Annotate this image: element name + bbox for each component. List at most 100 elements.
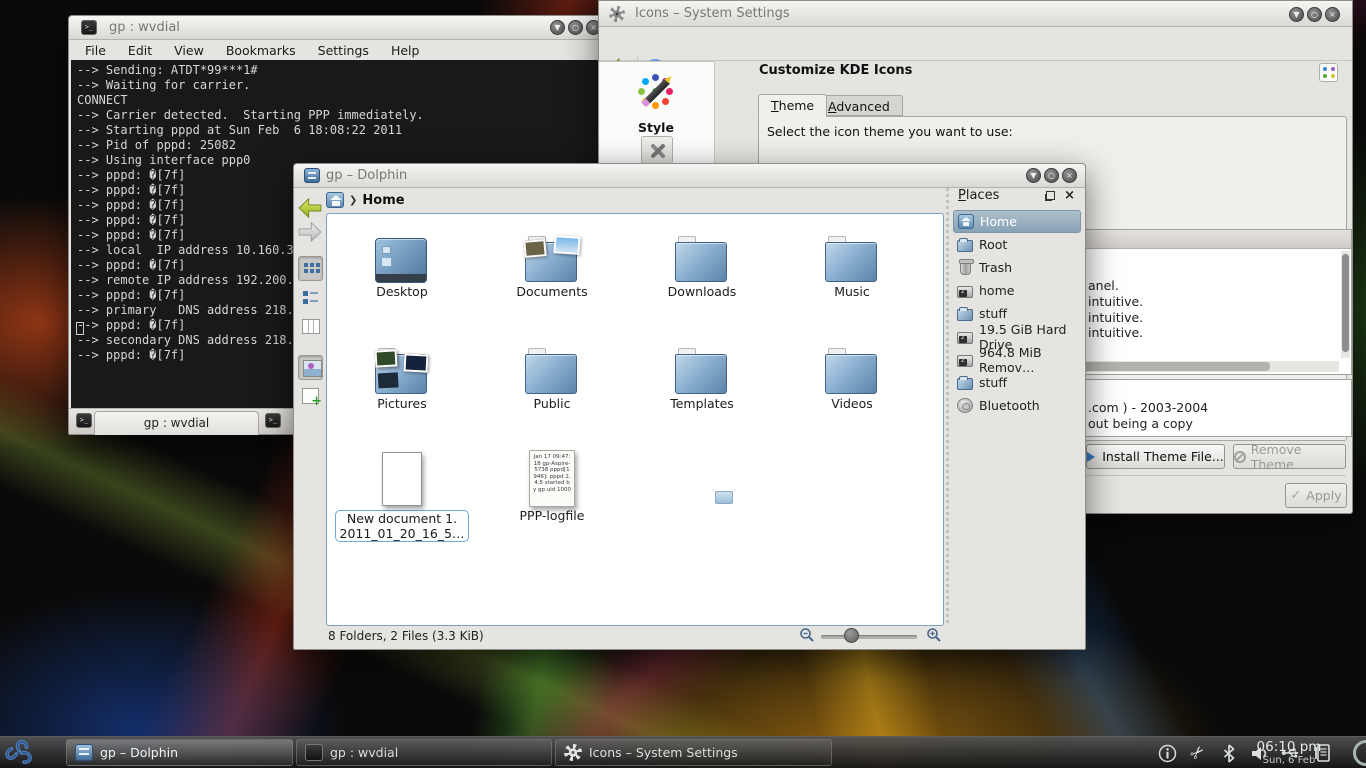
system-settings-title: Icons – System Settings xyxy=(635,6,790,21)
places-item[interactable]: 964.8 MiB Remov… xyxy=(953,348,1081,371)
file-icon xyxy=(524,234,580,284)
file-item[interactable]: Templates xyxy=(627,332,777,444)
theme-description-text: .com ) - 2003-2004out being a copy xyxy=(1088,400,1208,432)
tab-list-icon[interactable]: >_ xyxy=(265,413,281,428)
places-list: Home Root Trash home xyxy=(953,210,1081,417)
preview-icon[interactable] xyxy=(298,355,323,380)
file-item[interactable]: New document 1. 2011_01_20_16_5… xyxy=(327,444,477,556)
places-item[interactable]: Root xyxy=(953,233,1081,256)
file-icon xyxy=(374,346,430,396)
menu-item[interactable]: Help xyxy=(391,43,420,58)
taskbar-task[interactable]: Icons – System Settings xyxy=(555,739,832,766)
file-label: Music xyxy=(834,284,870,299)
place-icon xyxy=(957,355,973,367)
menu-item[interactable]: View xyxy=(174,43,204,58)
task-label: gp : wvdial xyxy=(330,745,398,760)
places-item[interactable]: Home xyxy=(953,210,1081,233)
status-text: 8 Folders, 2 Files (3.3 KiB) xyxy=(328,629,484,643)
home-icon[interactable] xyxy=(326,192,344,208)
system-settings-titlebar[interactable]: Icons – System Settings ▼ ○ × xyxy=(599,1,1352,27)
file-item[interactable]: Music xyxy=(777,220,927,332)
taskbar-task[interactable]: gp : wvdial xyxy=(296,739,552,766)
dolphin-titlebar[interactable]: gp – Dolphin ▼ ○ × xyxy=(294,164,1085,188)
close-panel-icon[interactable]: × xyxy=(1064,188,1075,203)
style-icon xyxy=(634,70,678,114)
file-manager-icon xyxy=(304,168,320,183)
file-item[interactable]: Public xyxy=(477,332,627,444)
info-icon[interactable] xyxy=(1157,743,1177,763)
zoom-in-icon[interactable] xyxy=(926,627,942,643)
details-view-icon[interactable] xyxy=(298,285,323,310)
forward-icon[interactable] xyxy=(298,222,324,242)
taskbar-task[interactable]: gp – Dolphin xyxy=(66,739,293,766)
bluetooth-icon[interactable] xyxy=(1219,743,1239,763)
menu-item[interactable]: Settings xyxy=(318,43,369,58)
minimize-icon[interactable]: ▼ xyxy=(1026,168,1041,183)
clock[interactable]: 06:10 pm Sun, 6 Feb xyxy=(1250,739,1328,766)
file-icon xyxy=(674,346,730,396)
install-theme-button[interactable]: Install Theme File... xyxy=(1086,444,1225,469)
zoom-slider-handle[interactable] xyxy=(844,628,859,643)
terminal-titlebar[interactable]: >_ gp : wvdial ▼ ○ × xyxy=(69,16,607,40)
menu-item[interactable]: File xyxy=(85,43,106,58)
app-launcher-logo-icon[interactable] xyxy=(4,738,34,768)
file-icon xyxy=(674,234,730,284)
tab-theme[interactable]: Theme xyxy=(758,94,827,117)
place-label: Home xyxy=(980,214,1017,229)
file-icon xyxy=(824,234,880,284)
place-label: stuff xyxy=(979,375,1007,390)
folder-view[interactable]: Desktop Documents xyxy=(326,213,944,626)
file-item[interactable]: Pictures xyxy=(327,332,477,444)
tools-icon[interactable] xyxy=(641,136,673,164)
places-item[interactable]: Bluetooth xyxy=(953,394,1081,417)
file-item[interactable]: Downloads xyxy=(627,220,777,332)
vertical-scrollbar[interactable] xyxy=(1341,251,1350,358)
menu-item[interactable]: Edit xyxy=(128,43,152,58)
tab-advanced[interactable]: Advanced xyxy=(815,95,903,116)
columns-view-icon[interactable] xyxy=(298,314,323,339)
float-panel-icon[interactable] xyxy=(1046,191,1055,200)
zoom-slider[interactable] xyxy=(821,635,917,639)
dolphin-window: gp – Dolphin ▼ ○ × ❯ Home xyxy=(293,163,1086,650)
status-bar: 8 Folders, 2 Files (3.3 KiB) xyxy=(294,624,1085,649)
place-icon xyxy=(957,286,973,298)
maximize-icon[interactable]: ○ xyxy=(568,20,583,35)
minimize-icon[interactable]: ▼ xyxy=(550,20,565,35)
page-title: Customize KDE Icons xyxy=(759,63,912,78)
remove-theme-button[interactable]: Remove Theme xyxy=(1233,444,1346,469)
terminal-tab[interactable]: gp : wvdial xyxy=(94,411,259,435)
menu-item[interactable]: Bookmarks xyxy=(226,43,296,58)
places-item[interactable]: home xyxy=(953,279,1081,302)
maximize-icon[interactable]: ○ xyxy=(1044,168,1059,183)
sidebar-item-style[interactable]: Style xyxy=(599,70,713,135)
panel-toolbox-icon[interactable] xyxy=(1353,740,1366,766)
file-label: Videos xyxy=(831,396,873,411)
split-view-icon[interactable] xyxy=(298,384,323,409)
dolphin-toolbar xyxy=(296,194,326,619)
back-icon[interactable] xyxy=(298,198,324,218)
place-label: home xyxy=(979,283,1014,298)
task-label: gp – Dolphin xyxy=(100,745,178,760)
scissors-icon[interactable]: ✂ xyxy=(1184,739,1212,767)
file-item[interactable]: Documents xyxy=(477,220,627,332)
system-settings-toolbar: ? xyxy=(599,27,1352,61)
places-item[interactable]: Trash xyxy=(953,256,1081,279)
file-item[interactable]: Jan 17 09:47:18 gp-Aspire-5738 pppd[1946… xyxy=(477,444,627,556)
place-label: 964.8 MiB Remov… xyxy=(979,345,1081,375)
thumbnail-artifact xyxy=(715,491,733,504)
close-icon[interactable]: × xyxy=(1325,7,1340,22)
list-row-text: intuitive. xyxy=(1088,310,1143,326)
breadcrumb-home[interactable]: Home xyxy=(362,193,404,208)
file-item[interactable]: Desktop xyxy=(327,220,477,332)
zoom-out-icon[interactable] xyxy=(799,627,815,643)
icons-view-icon[interactable] xyxy=(298,256,323,281)
maximize-icon[interactable]: ○ xyxy=(1307,7,1322,22)
file-item[interactable]: Videos xyxy=(777,332,927,444)
terminal-cursor xyxy=(76,322,84,335)
apply-button[interactable]: ✓Apply xyxy=(1285,483,1347,508)
terminal-icon: >_ xyxy=(81,20,97,35)
new-tab-icon[interactable]: >_ xyxy=(76,413,92,428)
minimize-icon[interactable]: ▼ xyxy=(1289,7,1304,22)
icon-view-mode-icon[interactable] xyxy=(1319,63,1338,82)
close-icon[interactable]: × xyxy=(1062,168,1077,183)
